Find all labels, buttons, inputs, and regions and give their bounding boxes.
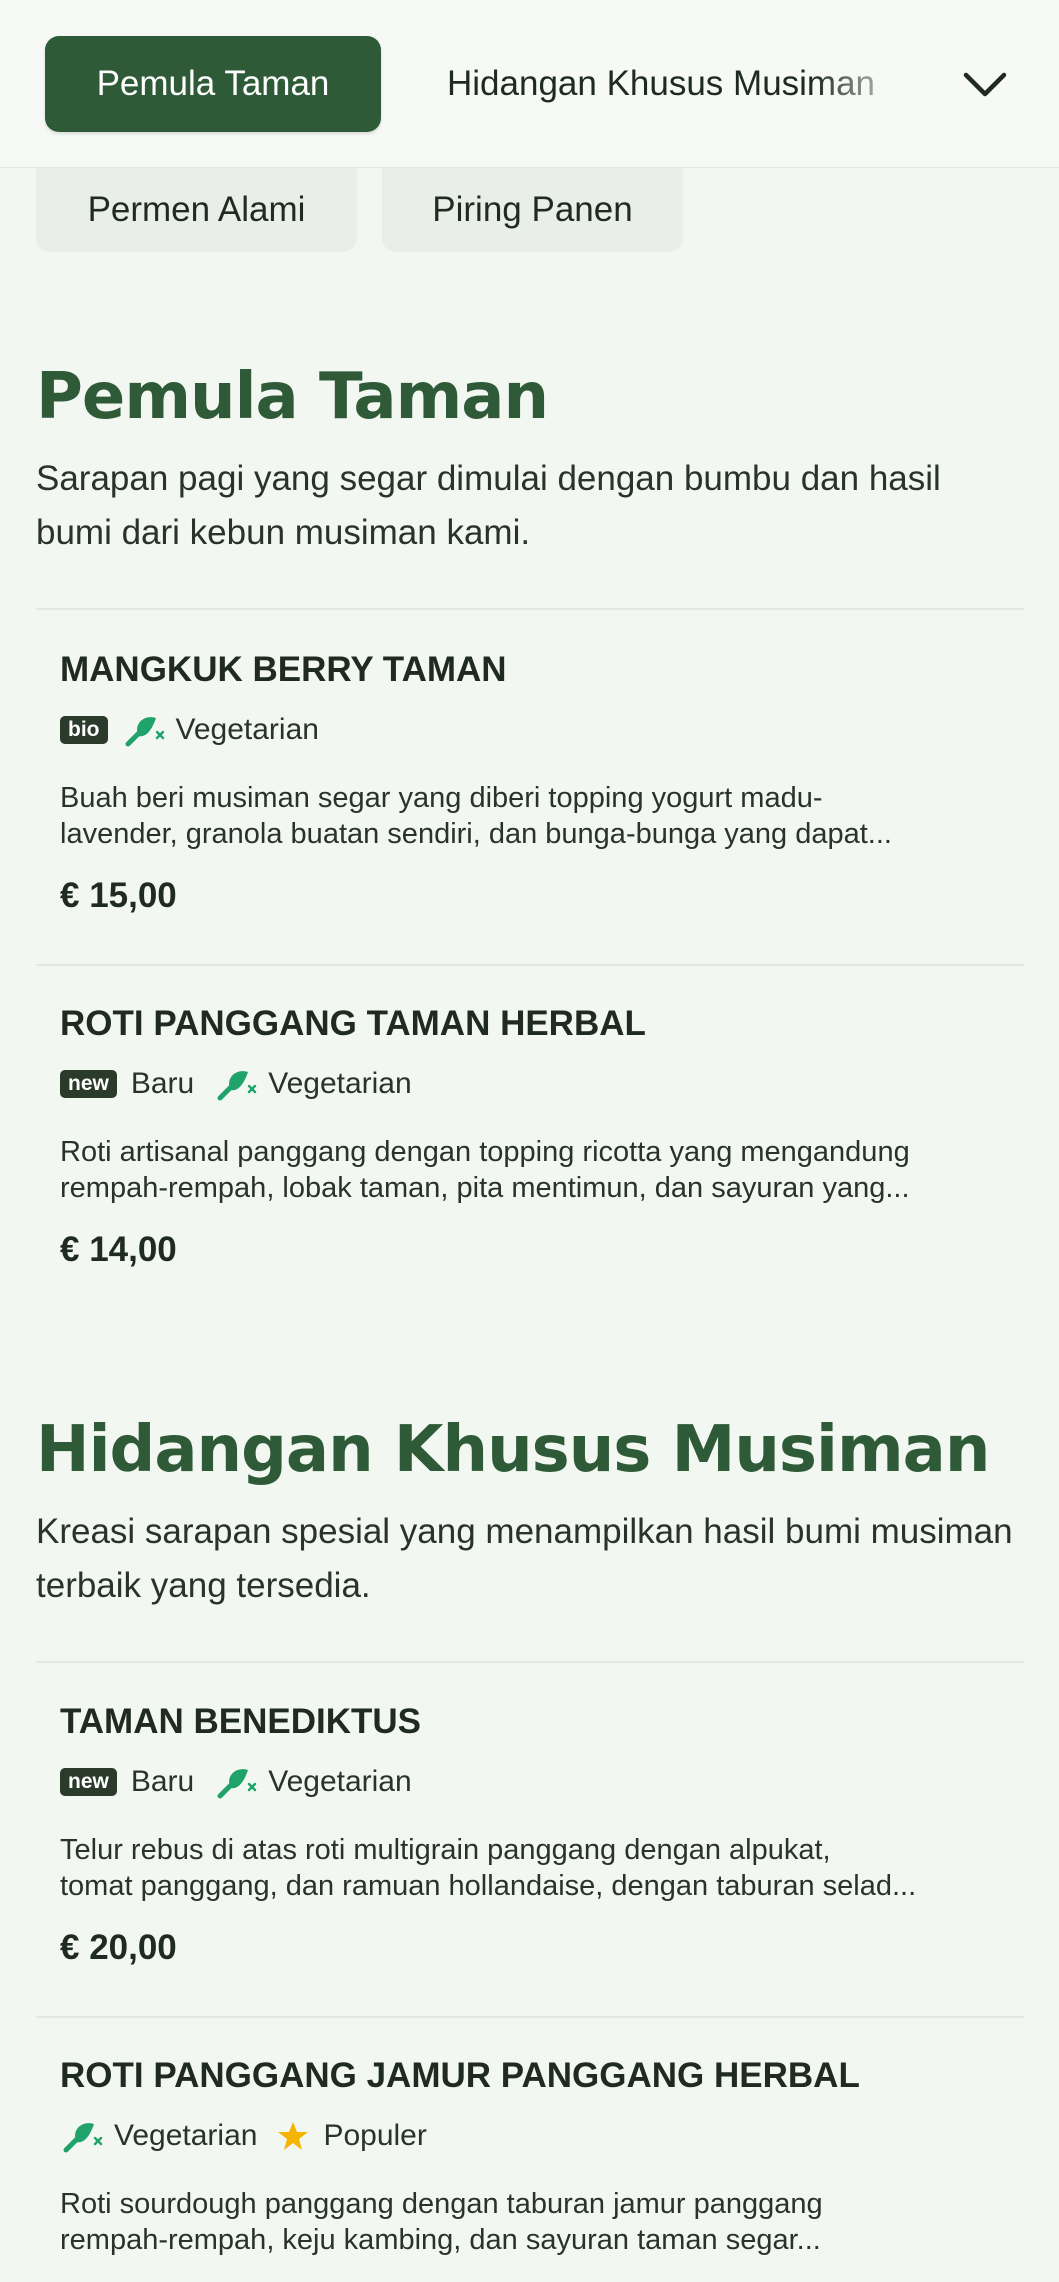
vegetarian-leaf-icon (217, 1071, 257, 1101)
chevron-down-icon[interactable] (960, 60, 1010, 110)
new-badge: new (60, 1768, 117, 1796)
tab-hidangan-khusus-musiman[interactable]: Hidangan Khusus Musiman (447, 36, 917, 132)
menu-item-mangkuk-berry-taman[interactable]: MANGKUK BERRY TAMAN bio Vegetarian Buah … (60, 650, 1010, 916)
vegetarian-label: Vegetarian (268, 1067, 412, 1100)
item-badges: new Baru Vegetarian (60, 1064, 1010, 1104)
chip-piring-panen[interactable]: Piring Panen (382, 168, 683, 252)
item-price: € 20,00 (60, 1928, 177, 1967)
item-description: Roti sourdough panggang dengan taburan j… (60, 2188, 823, 2256)
category-nav: Pemula Taman Hidangan Khusus Musiman (0, 0, 1059, 168)
item-badges: Vegetarian Populer (60, 2116, 1010, 2156)
item-description: Buah beri musiman segar yang diberi topp… (60, 782, 892, 850)
populer-label: Populer (323, 2119, 427, 2152)
item-name: ROTI PANGGANG TAMAN HERBAL (60, 1004, 646, 1043)
vegetarian-leaf-icon (217, 1769, 257, 1799)
tab-pemula-taman[interactable]: Pemula Taman (45, 36, 381, 132)
vegetarian-label: Vegetarian (175, 713, 319, 746)
menu-item-roti-panggang-jamur-panggang-herbal[interactable]: ROTI PANGGANG JAMUR PANGGANG HERBAL Vege… (60, 2056, 1010, 2282)
section-description: Kreasi sarapan spesial yang menampilkan … (36, 1512, 1013, 1605)
divider (36, 1661, 1024, 1663)
section-title-hidangan-khusus-musiman: Hidangan Khusus Musiman (36, 1413, 990, 1487)
section-description: Sarapan pagi yang segar dimulai dengan b… (36, 459, 941, 552)
item-price: € 14,00 (60, 1230, 177, 1269)
chip-permen-alami[interactable]: Permen Alami (36, 168, 357, 252)
baru-label: Baru (130, 1067, 195, 1100)
item-name: TAMAN BENEDIKTUS (60, 1702, 422, 1741)
item-badges: new Baru Vegetarian (60, 1762, 1010, 1802)
divider (36, 964, 1024, 966)
bio-badge: bio (60, 716, 108, 744)
vegetarian-leaf-icon (63, 2123, 103, 2153)
item-name: MANGKUK BERRY TAMAN (60, 650, 507, 689)
baru-label: Baru (130, 1765, 195, 1798)
item-price: € 15,00 (60, 876, 177, 915)
item-name: ROTI PANGGANG JAMUR PANGGANG HERBAL (60, 2056, 860, 2095)
divider (36, 2016, 1024, 2018)
vegetarian-label: Vegetarian (268, 1765, 412, 1798)
star-icon (278, 2122, 309, 2150)
menu-item-taman-benediktus[interactable]: TAMAN BENEDIKTUS new Baru Vegetarian Tel… (60, 1702, 1010, 1968)
divider (36, 608, 1024, 610)
vegetarian-leaf-icon (125, 717, 164, 747)
menu-item-roti-panggang-taman-herbal[interactable]: ROTI PANGGANG TAMAN HERBAL new Baru Vege… (60, 1004, 1010, 1270)
item-description: Roti artisanal panggang dengan topping r… (60, 1136, 910, 1204)
vegetarian-label: Vegetarian (114, 2119, 258, 2152)
item-badges: bio Vegetarian (60, 710, 1010, 750)
new-badge: new (60, 1070, 117, 1098)
item-description: Telur rebus di atas roti multigrain pang… (60, 1834, 917, 1902)
section-title-pemula-taman: Pemula Taman (36, 360, 549, 434)
